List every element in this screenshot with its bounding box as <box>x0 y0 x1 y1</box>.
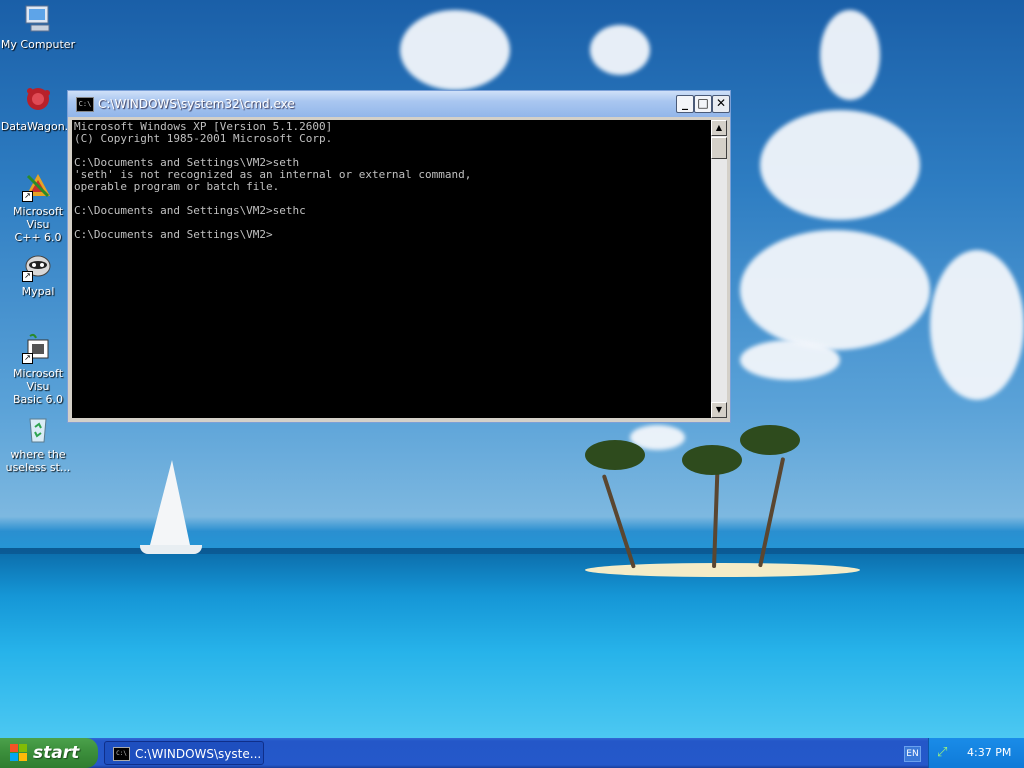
clock[interactable]: 4:37 PM <box>967 746 1011 759</box>
desktop-icon-label: My Computer <box>0 38 76 51</box>
vertical-scrollbar[interactable]: ▲ ▼ <box>711 120 727 418</box>
console-line: (C) Copyright 1985-2001 Microsoft Corp. <box>74 132 333 145</box>
cmd-window[interactable]: C:\ C:\WINDOWS\system32\cmd.exe _ □ ✕ Mi… <box>67 90 731 423</box>
desktop-icon-label: Mypal <box>21 285 55 298</box>
desktop-icon-label-line2: C++ 6.0 <box>14 231 62 244</box>
taskbar-item-cmd[interactable]: C:\ C:\WINDOWS\syste... <box>104 741 264 765</box>
desktop-icon-visual-basic[interactable]: ↗ Microsoft Visu Basic 6.0 <box>0 332 76 406</box>
scroll-down-button[interactable]: ▼ <box>711 402 727 418</box>
close-button[interactable]: ✕ <box>712 95 730 113</box>
console-output[interactable]: Microsoft Windows XP [Version 5.1.2600] … <box>72 120 711 418</box>
cmd-icon[interactable]: C:\ <box>76 97 94 112</box>
sea <box>0 548 1024 738</box>
start-button[interactable]: start <box>0 738 98 768</box>
shortcut-arrow-icon: ↗ <box>22 191 33 202</box>
sailboat-hull <box>140 545 202 554</box>
cloud <box>400 10 510 90</box>
desktop-icon-label-line1: where the <box>10 448 66 461</box>
cloud <box>760 110 920 220</box>
island <box>585 563 860 577</box>
cloud <box>930 250 1024 400</box>
desktop-icon-label-line1: Microsoft Visu <box>12 367 64 393</box>
cloud <box>740 340 840 380</box>
window-title: C:\WINDOWS\system32\cmd.exe <box>98 97 295 111</box>
desktop-icon-datawagon[interactable]: DataWagon... <box>0 85 76 133</box>
desktop-icon-label-line2: Basic 6.0 <box>12 393 64 406</box>
console-line: C:\Documents and Settings\VM2>sethc <box>74 204 306 217</box>
scroll-thumb[interactable] <box>711 137 727 159</box>
cloud <box>590 25 650 75</box>
desktop-icon-label-line2: useless st... <box>5 461 71 474</box>
windows-logo-icon <box>10 744 28 762</box>
desktop-icon-label-line1: Microsoft Visu <box>12 205 64 231</box>
cmd-icon: C:\ <box>113 747 130 761</box>
cloud <box>820 10 880 100</box>
scroll-up-button[interactable]: ▲ <box>711 120 727 136</box>
visual-basic-icon: ↗ <box>22 332 54 364</box>
maximize-button[interactable]: □ <box>694 95 712 113</box>
minimize-button[interactable]: _ <box>676 95 694 113</box>
shortcut-arrow-icon: ↗ <box>22 353 33 364</box>
desktop-icon-label: DataWagon... <box>0 120 76 133</box>
palm-fronds <box>682 445 742 475</box>
palm-fronds <box>740 425 800 455</box>
language-indicator[interactable]: EN <box>904 746 921 762</box>
window-titlebar[interactable]: C:\ C:\WINDOWS\system32\cmd.exe _ □ ✕ <box>68 91 730 117</box>
desktop-icon-mypal[interactable]: ↗ Mypal <box>0 250 76 298</box>
computer-icon <box>22 3 54 35</box>
sailboat <box>150 460 190 545</box>
datawagon-icon <box>22 85 54 117</box>
visual-cpp-icon: ↗ <box>22 170 54 202</box>
desktop-icon-recycle-bin[interactable]: where the useless st... <box>0 413 76 474</box>
desktop-icon-visual-cpp[interactable]: ↗ Microsoft Visu C++ 6.0 <box>0 170 76 244</box>
taskbar-item-label: C:\WINDOWS\syste... <box>135 747 262 761</box>
mypal-icon: ↗ <box>22 250 54 282</box>
cloud <box>740 230 930 350</box>
shortcut-arrow-icon: ↗ <box>22 271 33 282</box>
palm-fronds <box>585 440 645 470</box>
console-line: operable program or batch file. <box>74 180 280 193</box>
console-prompt: C:\Documents and Settings\VM2> <box>74 228 273 241</box>
recycle-bin-icon <box>22 413 54 445</box>
start-label: start <box>33 743 80 763</box>
desktop-icon-my-computer[interactable]: My Computer <box>0 3 76 51</box>
taskbar: start C:\ C:\WINDOWS\syste... EN ⤢ 4:37 … <box>0 738 1024 768</box>
system-tray: ⤢ 4:37 PM <box>928 738 1024 768</box>
network-icon[interactable]: ⤢ <box>937 745 953 761</box>
